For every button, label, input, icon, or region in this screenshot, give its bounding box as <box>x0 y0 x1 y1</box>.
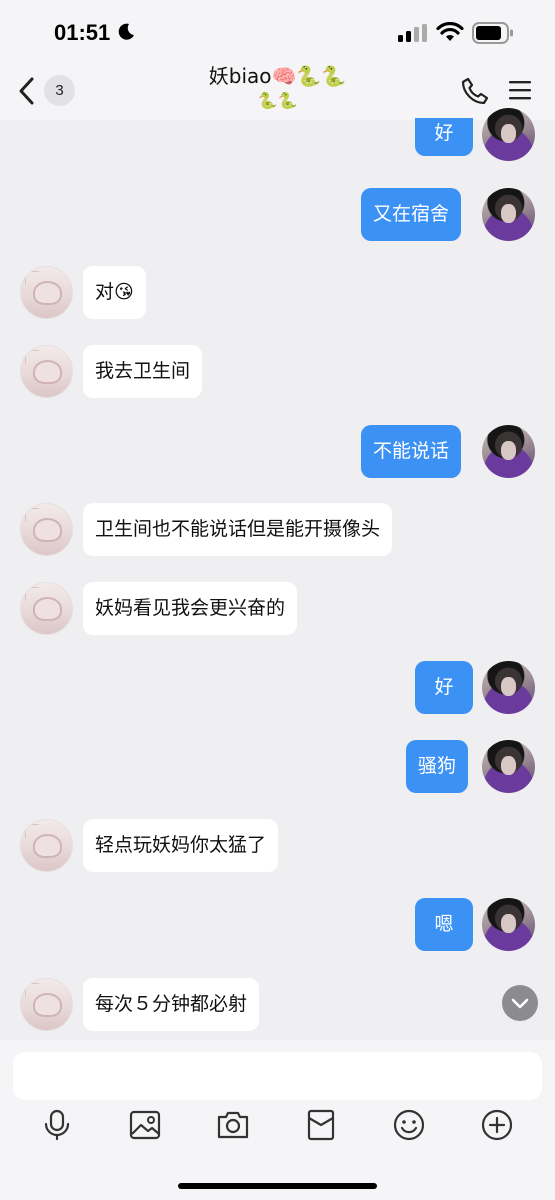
message-bubble-out[interactable]: 好 <box>415 118 473 156</box>
chat-title-emoji: 🐍🐍 <box>257 91 298 110</box>
plus-icon[interactable] <box>480 1108 514 1142</box>
message-input[interactable] <box>13 1052 542 1100</box>
image-icon[interactable] <box>128 1108 162 1142</box>
my-avatar[interactable] <box>482 661 535 714</box>
top-bar: 01:51 3 妖biao🧠🐍🐍 🐍🐍 <box>0 0 555 120</box>
my-avatar[interactable] <box>482 425 535 478</box>
unread-count-badge[interactable]: 3 <box>44 75 75 106</box>
moon-icon <box>118 23 134 40</box>
message-bubble-in[interactable]: 轻点玩妖妈你太猛了 <box>83 819 279 872</box>
my-avatar[interactable] <box>482 898 535 951</box>
contact-avatar[interactable] <box>20 266 73 319</box>
message-bubble-in[interactable]: 对😘 <box>83 266 146 319</box>
message-bubble-out[interactable]: 骚狗 <box>406 740 469 793</box>
contact-avatar[interactable] <box>20 978 73 1031</box>
my-avatar[interactable] <box>482 188 535 241</box>
input-area <box>0 1040 555 1200</box>
home-indicator <box>178 1183 377 1189</box>
contact-avatar[interactable] <box>20 345 73 398</box>
contact-avatar[interactable] <box>20 819 73 872</box>
status-time: 01:51 <box>54 20 111 45</box>
microphone-icon[interactable] <box>40 1108 74 1142</box>
menu-icon[interactable] <box>507 78 533 102</box>
message-bubble-out[interactable]: 不能说话 <box>361 425 462 478</box>
back-chevron-icon[interactable] <box>16 76 38 106</box>
message-bubble-out[interactable]: 好 <box>415 661 473 714</box>
phone-call-icon[interactable] <box>460 76 490 106</box>
wifi-icon <box>436 22 464 41</box>
signal-icon <box>398 24 427 42</box>
message-bubble-in[interactable]: 卫生间也不能说话但是能开摄像头 <box>83 503 393 556</box>
my-avatar[interactable] <box>482 108 535 161</box>
my-avatar[interactable] <box>482 740 535 793</box>
chat-title-name: 妖biao🧠🐍🐍 <box>208 64 347 88</box>
scroll-to-bottom-button[interactable] <box>502 985 538 1021</box>
message-bubble-in[interactable]: 妖妈看见我会更兴奋的 <box>83 582 298 635</box>
message-bubble-in[interactable]: 每次５分钟都必射 <box>83 978 260 1031</box>
chevron-down-icon <box>511 998 529 1009</box>
emoji-icon[interactable] <box>392 1108 426 1142</box>
chat-title: 妖biao🧠🐍🐍 🐍🐍 <box>150 62 405 113</box>
red-packet-icon[interactable] <box>304 1108 338 1142</box>
message-bubble-in[interactable]: 我去卫生间 <box>83 345 203 398</box>
contact-avatar[interactable] <box>20 582 73 635</box>
contact-avatar[interactable] <box>20 503 73 556</box>
camera-icon[interactable] <box>216 1108 250 1142</box>
message-bubble-out[interactable]: 又在宿舍 <box>361 188 462 241</box>
message-bubble-out[interactable]: 嗯 <box>415 898 473 951</box>
battery-icon <box>472 22 513 44</box>
